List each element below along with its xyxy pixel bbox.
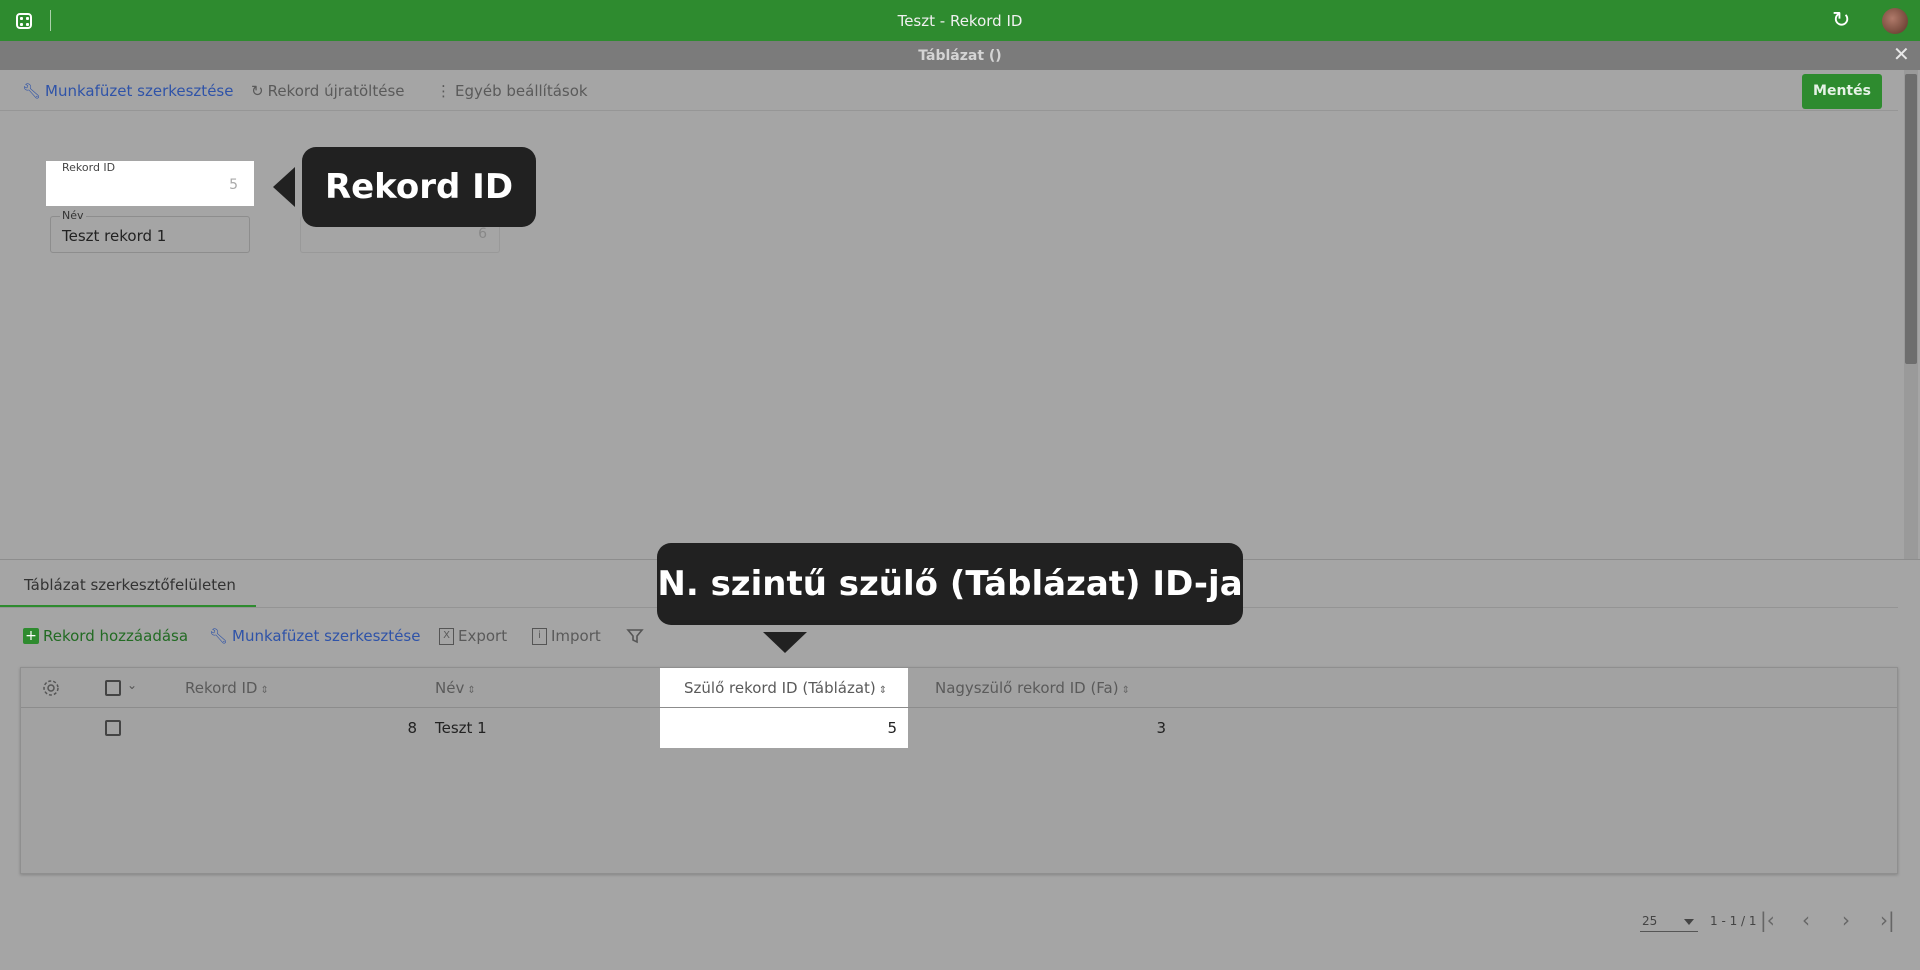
tab-label: Táblázat szerkesztőfelületen [24,576,236,594]
import-label: Import [551,627,601,645]
select-all-checkbox[interactable] [105,680,121,696]
record-toolbar: 🔧︎ Munkafüzet szerkesztése ↻ Rekord újra… [0,70,1898,111]
export-label: Export [458,627,508,645]
last-page-icon[interactable]: ›| [1880,910,1895,930]
table-row[interactable]: 8 Teszt 1 5 3 [21,708,1171,748]
dropdown-caret-icon [1684,919,1694,925]
export-button[interactable]: X Export [439,627,507,645]
column-header-record-id[interactable]: Rekord ID ⇕ [185,679,269,697]
sort-icon: ⇕ [467,685,476,696]
cell-record-id: 8 [407,719,417,737]
avatar[interactable] [1882,8,1908,34]
reload-record-button[interactable]: ↻ Rekord újratöltése [251,82,405,100]
wrench-icon: 🔧︎ [22,82,42,100]
add-record-button[interactable]: + Rekord hozzáadása [23,627,188,645]
sort-icon: ⇕ [260,685,269,696]
wrench-icon: 🔧︎ [209,627,229,645]
other-settings-label: Egyéb beállítások [455,82,588,100]
add-record-label: Rekord hozzáadása [43,627,189,645]
row-checkbox[interactable] [105,720,121,736]
gear-icon[interactable] [42,679,60,697]
import-button[interactable]: i Import [532,627,601,645]
column-label: Rekord ID [185,679,258,697]
column-header-grandparent-id[interactable]: Nagyszülő rekord ID (Fa) ⇕ [935,679,1130,697]
grid-header: ⌄ Rekord ID ⇕ Név ⇕ Szülő rekord ID (Táblá… [21,668,1897,708]
edit-workbook-grid-button[interactable]: 🔧︎ Munkafüzet szerkesztése [209,627,420,645]
column-label: Név [435,679,465,697]
close-icon[interactable]: ✕ [1893,44,1910,64]
prev-page-icon[interactable]: ‹ [1802,910,1810,930]
column-label: Szülő rekord ID (Táblázat) [684,679,876,697]
record-id-label: Rekord ID [62,161,116,174]
partial-field-value: 6 [478,226,487,242]
callout-arrow [763,632,807,653]
callout-arrow [273,167,295,207]
other-settings-button[interactable]: ⋮ Egyéb beállítások [436,82,588,100]
reload-record-label: Rekord újratöltése [267,82,405,100]
column-header-name[interactable]: Név ⇕ [435,679,476,697]
sort-icon: ⇕ [878,685,888,696]
name-value: Teszt rekord 1 [62,227,167,245]
column-label: Nagyszülő rekord ID (Fa) [935,679,1119,697]
name-field[interactable]: Név Teszt rekord 1 [50,209,250,253]
record-id-field[interactable]: Rekord ID 5 [46,161,254,206]
edit-workbook-button[interactable]: 🔧︎ Munkafüzet szerkesztése [22,82,233,100]
window-title: Teszt - Rekord ID [897,12,1023,30]
title-bar: Teszt - Rekord ID ↻ [0,0,1920,41]
more-vertical-icon: ⋮ [436,82,451,100]
cell-name: Teszt 1 [435,719,487,737]
export-icon: X [439,627,454,645]
next-page-icon[interactable]: › [1842,910,1850,930]
filter-icon[interactable] [626,627,644,645]
callout-parent-id: N. szintű szülő (Táblázat) ID-ja [657,543,1243,625]
column-header-parent-id[interactable]: Szülő rekord ID (Táblázat) ⇕ [684,679,887,697]
tab-table-editor[interactable]: Táblázat szerkesztőfelületen [0,560,256,608]
cell-grandparent-id: 3 [1156,719,1166,737]
reload-icon: ↻ [251,82,264,100]
scrollbar-thumb[interactable] [1905,74,1917,364]
import-icon: i [532,627,547,645]
data-grid: ⌄ Rekord ID ⇕ Név ⇕ Szülő rekord ID (Táblá… [20,667,1898,874]
edit-workbook-grid-label: Munkafüzet szerkesztése [232,627,421,645]
scrollbar[interactable] [1904,70,1918,560]
dialog-title: Táblázat () [918,48,1002,64]
chevron-down-icon[interactable]: ⌄ [127,678,137,692]
sort-icon: ⇕ [1121,685,1130,696]
save-button[interactable]: Mentés [1802,74,1882,109]
page-size-value: 25 [1642,914,1658,928]
dialog-header: Táblázat () ✕ [0,41,1920,70]
edit-workbook-label: Munkafüzet szerkesztése [45,82,234,100]
cell-parent-id: 5 [887,719,897,737]
pager-range: 1 - 1 / 1 [1710,914,1757,928]
refresh-icon[interactable]: ↻ [1832,10,1850,32]
plus-icon: + [23,628,39,644]
record-id-value: 5 [229,177,238,193]
callout-record-id: Rekord ID [302,147,536,227]
page-size-select[interactable]: 25 [1640,910,1698,932]
name-label: Név [60,209,86,222]
first-page-icon[interactable]: |‹ [1760,910,1775,930]
